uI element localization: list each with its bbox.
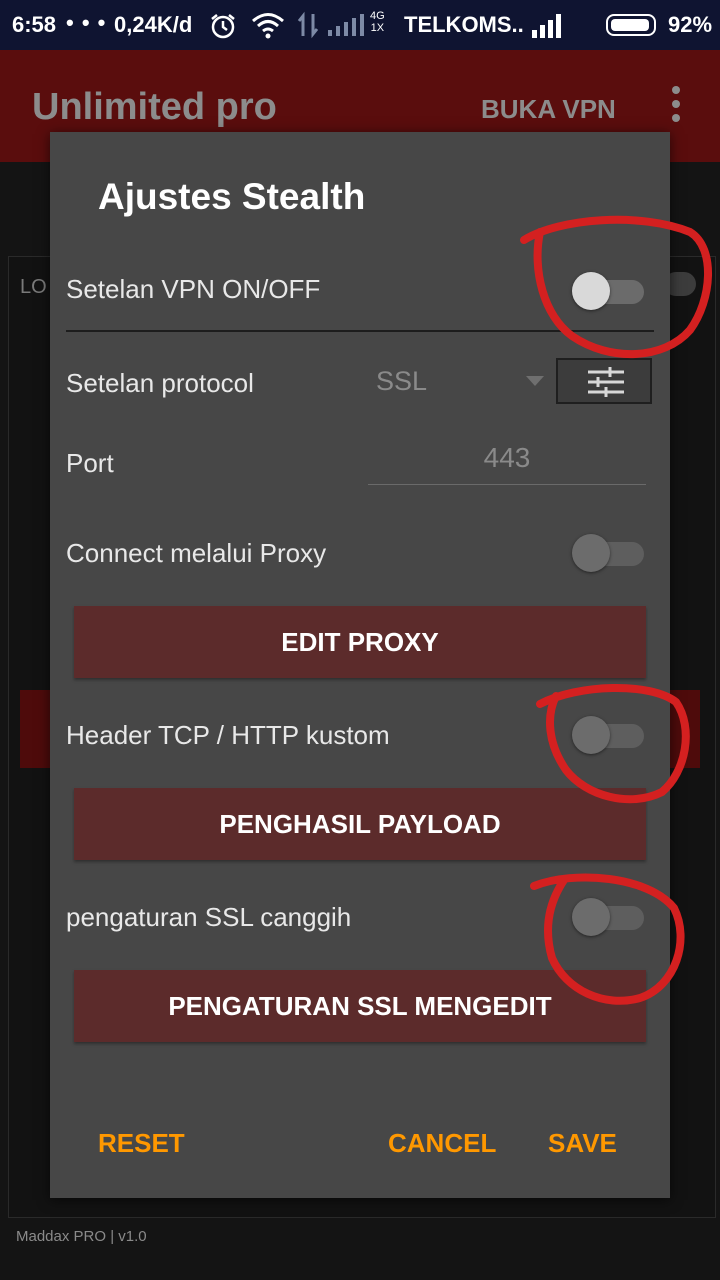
- ssl-edit-button[interactable]: PENGATURAN SSL MENGEDIT: [74, 970, 646, 1042]
- switch-thumb: [572, 534, 610, 572]
- data-transfer-icon: [296, 10, 320, 46]
- app-version-footer: Maddax PRO | v1.0: [16, 1228, 147, 1245]
- ssl-label: pengaturan SSL canggih: [66, 902, 352, 932]
- buka-vpn-button[interactable]: BUKA VPN: [481, 94, 616, 125]
- stealth-settings-dialog: Ajustes Stealth Setelan VPN ON/OFF Setel…: [50, 132, 670, 1198]
- vpn-toggle-switch[interactable]: [572, 270, 646, 310]
- cancel-button[interactable]: CANCEL: [388, 1128, 496, 1159]
- notification-dots: • • •: [66, 10, 107, 35]
- dialog-title: Ajustes Stealth: [98, 176, 366, 217]
- divider: [66, 330, 654, 332]
- battery-icon: [606, 14, 656, 36]
- port-value: 443: [483, 442, 531, 473]
- protocol-settings-button[interactable]: [556, 358, 652, 404]
- header-toggle-switch[interactable]: [572, 714, 646, 754]
- payload-generator-button[interactable]: PENGHASIL PAYLOAD: [74, 788, 646, 860]
- port-input[interactable]: 443: [368, 442, 646, 485]
- carrier-name: TELKOMS..: [404, 12, 524, 37]
- vpn-toggle-label: Setelan VPN ON/OFF: [66, 274, 321, 304]
- proxy-toggle-switch[interactable]: [572, 532, 646, 572]
- reset-button[interactable]: RESET: [98, 1128, 185, 1159]
- wifi-icon: [250, 10, 286, 46]
- tune-icon: [588, 367, 624, 397]
- overflow-menu-icon[interactable]: [664, 86, 688, 126]
- clock: 6:58: [12, 12, 57, 37]
- dropdown-arrow-icon[interactable]: [526, 376, 544, 386]
- switch-thumb: [572, 898, 610, 936]
- battery-percent: 92%: [668, 12, 713, 37]
- protocol-select[interactable]: SSL: [376, 366, 427, 397]
- ssl-toggle-switch[interactable]: [572, 896, 646, 936]
- edit-proxy-button[interactable]: EDIT PROXY: [74, 606, 646, 678]
- save-button[interactable]: SAVE: [548, 1128, 617, 1159]
- switch-thumb: [572, 716, 610, 754]
- network-speed: 0,24K/d: [114, 12, 193, 37]
- status-bar: 6:58 • • • 0,24K/d 4G 1X TELKOMS.. 92%: [0, 0, 720, 50]
- app-title: Unlimited pro: [32, 86, 277, 128]
- signal-bars-sim2-icon: [532, 12, 566, 44]
- network-type: 4G 1X: [370, 10, 385, 34]
- signal-bars-sim1-icon: [328, 14, 368, 42]
- protocol-label: Setelan protocol: [66, 368, 254, 398]
- alarm-icon: [208, 11, 238, 47]
- header-label: Header TCP / HTTP kustom: [66, 720, 390, 750]
- proxy-label: Connect melalui Proxy: [66, 538, 327, 568]
- log-label: LO: [20, 276, 47, 298]
- switch-thumb: [572, 272, 610, 310]
- port-label: Port: [66, 448, 114, 478]
